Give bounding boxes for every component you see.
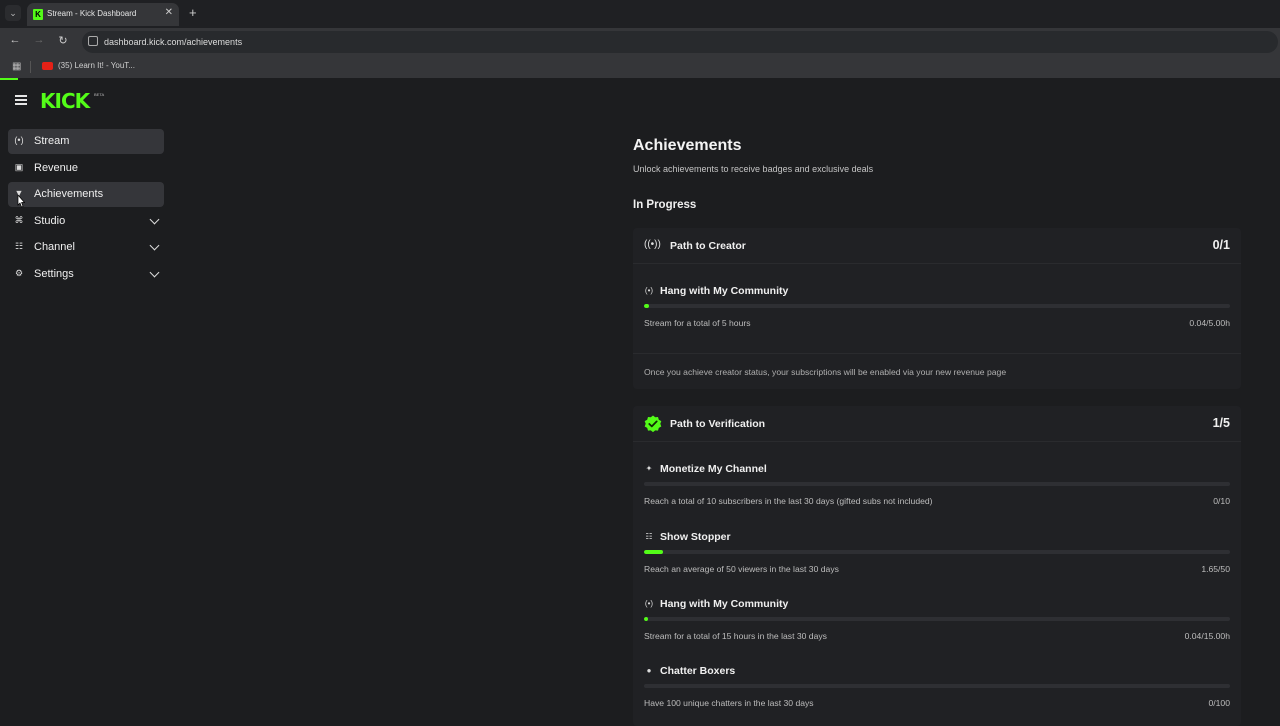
achievement-value: 0/100 [1208, 698, 1230, 708]
revenue-icon: ▣ [14, 161, 24, 172]
sidebar-item-stream[interactable]: (•) Stream [8, 129, 164, 154]
progress-bar [644, 684, 1230, 688]
browser-toolbar: ← → ↻ dashboard.kick.com/achievements [0, 28, 1280, 56]
tab-search-icon[interactable]: ⌄ [5, 5, 21, 21]
card-header: ((•)) Path to Creator 0/1 [633, 228, 1241, 264]
users-icon: ☷ [14, 241, 24, 252]
achievement-title: Hang with My Community [660, 285, 789, 297]
broadcast-icon: ((•)) [644, 239, 661, 250]
mouse-cursor-icon [17, 195, 25, 208]
sidebar-item-label: Revenue [34, 161, 79, 174]
sidebar-item-studio[interactable]: ⌘ Studio [8, 209, 164, 234]
progress-fill [644, 617, 648, 621]
sidebar: (•) Stream ▣ Revenue ▼ Achievements ⌘ St… [8, 129, 164, 289]
sidebar-item-label: Achievements [34, 188, 104, 201]
card-title: Path to Verification [670, 418, 766, 430]
loading-bar [0, 78, 18, 80]
achievement-title: Hang with My Community [660, 598, 789, 610]
broadcast-icon: (•) [644, 286, 654, 295]
page-title: Achievements [633, 137, 742, 154]
card-path-to-creator: ((•)) Path to Creator 0/1 (•) Hang with … [633, 228, 1241, 389]
browser-tab[interactable]: K Stream - Kick Dashboard ✕ [27, 3, 179, 26]
achievement-description: Reach an average of 50 viewers in the la… [644, 563, 839, 574]
sidebar-item-label: Studio [34, 214, 66, 227]
chevron-down-icon [149, 267, 160, 278]
kick-logo[interactable]: KICK [40, 89, 90, 113]
card-path-to-verification: Path to Verification 1/5 ✦ Monetize My C… [633, 406, 1241, 726]
card-count: 0/1 [1212, 238, 1230, 252]
kick-favicon-icon: K [33, 9, 43, 20]
sidebar-item-label: Settings [34, 267, 74, 280]
card-header: Path to Verification 1/5 [633, 406, 1241, 442]
progress-fill [644, 304, 649, 308]
achievement-value: 0.04/5.00h [1189, 318, 1230, 328]
achievement-value: 1.65/50 [1201, 563, 1230, 574]
bookmarks-bar: ▦ (35) Learn It! - YouT... [0, 56, 1280, 78]
sparkle-icon: ✦ [645, 464, 653, 473]
browser-tab-bar: ⌄ K Stream - Kick Dashboard ✕ + [0, 0, 1280, 28]
beta-badge: BETA [94, 92, 105, 97]
sidebar-item-revenue[interactable]: ▣ Revenue [8, 156, 164, 181]
address-bar[interactable]: dashboard.kick.com/achievements [82, 31, 1278, 53]
achievement-description: Stream for a total of 15 hours in the la… [644, 631, 827, 641]
apps-grid-icon[interactable]: ▦ [12, 61, 21, 72]
users-icon: ☷ [645, 531, 653, 541]
bookmark-label: (35) Learn It! - YouT... [58, 61, 135, 70]
new-tab-icon[interactable]: + [189, 5, 197, 21]
tab-title: Stream - Kick Dashboard [47, 9, 137, 18]
achievement-title: Show Stopper [660, 530, 731, 543]
progress-bar [644, 617, 1230, 621]
achievement-description: Stream for a total of 5 hours [644, 318, 751, 328]
progress-bar [644, 482, 1230, 486]
chevron-down-icon [149, 214, 160, 225]
close-icon[interactable]: ✕ [165, 7, 173, 18]
progress-bar [644, 549, 1230, 554]
gear-icon: ⚙ [14, 267, 24, 278]
chevron-down-icon [149, 240, 160, 251]
achievement-title: Monetize My Channel [660, 463, 767, 475]
sidebar-item-channel[interactable]: ☷ Channel [8, 235, 164, 260]
page-subtitle: Unlock achievements to receive badges an… [633, 164, 874, 174]
section-title-in-progress: In Progress [633, 199, 697, 211]
divider [633, 353, 1241, 354]
broadcast-icon: (•) [14, 135, 24, 145]
card-title: Path to Creator [670, 240, 746, 252]
forward-icon[interactable]: → [32, 34, 46, 46]
sidebar-item-settings[interactable]: ⚙ Settings [8, 262, 164, 287]
achievement-description: Have 100 unique chatters in the last 30 … [644, 698, 814, 708]
reload-icon[interactable]: ↻ [56, 34, 70, 47]
chat-bubble-icon: ● [646, 666, 652, 675]
studio-icon: ⌘ [14, 214, 24, 225]
broadcast-icon: (•) [644, 599, 654, 608]
sidebar-item-label: Channel [34, 241, 75, 254]
menu-icon[interactable] [15, 95, 27, 105]
site-info-icon[interactable] [88, 36, 98, 46]
progress-bar [644, 304, 1230, 308]
achievement-title: Chatter Boxers [660, 665, 736, 677]
url-text[interactable]: dashboard.kick.com/achievements [104, 37, 242, 47]
achievement-value: 0/10 [1213, 496, 1230, 506]
card-note: Once you achieve creator status, your su… [644, 367, 1007, 377]
card-count: 1/5 [1212, 416, 1230, 430]
verified-badge-icon [644, 415, 662, 433]
progress-fill [644, 549, 664, 554]
back-icon[interactable]: ← [8, 34, 22, 46]
sidebar-item-achievements[interactable]: ▼ Achievements [8, 182, 164, 208]
youtube-icon [42, 62, 53, 70]
achievement-value: 0.04/15.00h [1184, 631, 1230, 641]
bookmark-separator [30, 61, 31, 73]
achievement-description: Reach a total of 10 subscribers in the l… [644, 496, 933, 506]
sidebar-item-label: Stream [34, 135, 70, 147]
